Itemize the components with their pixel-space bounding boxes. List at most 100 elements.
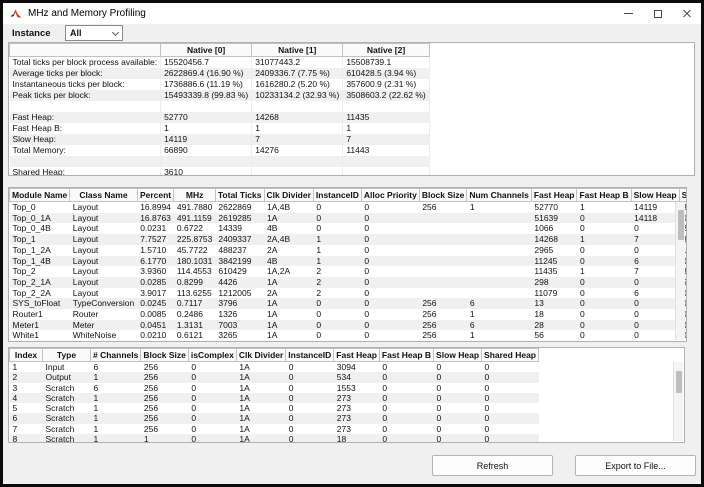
table-cell[interactable]	[10, 156, 161, 167]
table-cell[interactable]: 2619285	[215, 213, 264, 224]
table-cell[interactable]: 1616280.2 (5.20 %)	[252, 79, 343, 90]
table-cell[interactable]: 256	[419, 298, 467, 309]
table-cell[interactable]: 6	[631, 256, 679, 267]
table-cell[interactable]: 1A,2A	[264, 266, 313, 277]
table-cell[interactable]: 0	[482, 403, 539, 413]
table-cell[interactable]: 1	[91, 403, 141, 413]
table-cell[interactable]	[467, 223, 532, 234]
table-cell[interactable]: 357600.9 (2.31 %)	[343, 79, 429, 90]
table-cell[interactable]: 0	[379, 362, 433, 373]
table-cell[interactable]: 1A	[264, 330, 313, 341]
table-cell[interactable]: 0	[188, 403, 236, 413]
table-row[interactable]: White1WhiteNoise0.02100.612132651A002561…	[10, 330, 688, 341]
table-cell[interactable]: 0	[434, 424, 482, 434]
table-cell[interactable]: 114.4553	[174, 266, 215, 277]
table-cell[interactable]	[419, 277, 467, 288]
table-row[interactable]: Average ticks per block:2622869.4 (16.90…	[10, 68, 430, 79]
table-cell[interactable]: 11245	[531, 256, 577, 267]
table-cell[interactable]	[419, 256, 467, 267]
scrollbar-thumb[interactable]	[676, 371, 682, 393]
table-cell[interactable]: 610428.5 (3.94 %)	[343, 68, 429, 79]
table-cell[interactable]: 225.8753	[174, 234, 215, 245]
table-cell[interactable]: 113.6255	[174, 288, 215, 299]
table-cell[interactable]: 15493339.8 (99.83 %)	[161, 90, 252, 101]
table-cell[interactable]: 7	[343, 134, 429, 145]
table-row[interactable]: 7Scratch125601A0273000	[10, 424, 539, 434]
table-cell[interactable]: 0	[482, 362, 539, 373]
table-row[interactable]: 8Scratch1101A018000	[10, 434, 539, 443]
table-row[interactable]: Top_0_1ALayout16.8763491.115926192851A00…	[10, 213, 688, 224]
table-cell[interactable]: 0.0285	[137, 277, 174, 288]
table-cell[interactable]: 1	[467, 309, 532, 320]
table-cell[interactable]: Scratch	[43, 383, 91, 393]
table-cell[interactable]: Fast Heap:	[10, 112, 161, 123]
table-cell[interactable]: 11079	[531, 288, 577, 299]
table-cell[interactable]: Instantaneous ticks per block:	[10, 79, 161, 90]
table-cell[interactable]: 0	[577, 320, 631, 331]
table-cell[interactable]: 0	[379, 413, 433, 423]
table-cell[interactable]: 1	[91, 413, 141, 423]
table-cell[interactable]: 1326	[215, 309, 264, 320]
table-row[interactable]: Slow Heap:1411977	[10, 134, 430, 145]
table-cell[interactable]: 0	[313, 320, 361, 331]
table-cell[interactable]	[10, 101, 161, 112]
table-cell[interactable]: 0	[361, 309, 419, 320]
table-cell[interactable]: 7003	[215, 320, 264, 331]
table-cell[interactable]: 0	[188, 434, 236, 443]
module-table-scrollbar[interactable]	[675, 202, 685, 340]
table-cell[interactable]: 256	[419, 330, 467, 341]
table-cell[interactable]	[343, 167, 429, 176]
table-cell[interactable]: 0	[188, 424, 236, 434]
table-cell[interactable]: SYS_toFloat	[10, 298, 70, 309]
table-cell[interactable]: 0	[434, 434, 482, 443]
table-cell[interactable]	[467, 266, 532, 277]
table-cell[interactable]: 1A,4B	[264, 202, 313, 213]
table-cell[interactable]: 18	[531, 309, 577, 320]
table-cell[interactable]: 10233134.2 (32.93 %)	[252, 90, 343, 101]
table-cell[interactable]: 1	[10, 362, 43, 373]
table-cell[interactable]: 1	[313, 256, 361, 267]
table-cell[interactable]: 3842199	[215, 256, 264, 267]
table-row[interactable]: Fast Heap:527701426811435	[10, 112, 430, 123]
table-cell[interactable]: Layout	[70, 245, 137, 256]
table-cell[interactable]: Top_2	[10, 266, 70, 277]
table-cell[interactable]: 0	[482, 424, 539, 434]
table-cell[interactable]: 0	[361, 202, 419, 213]
table-cell[interactable]: 273	[334, 403, 380, 413]
table-cell[interactable]: 491.7880	[174, 202, 215, 213]
table-cell[interactable]: 14119	[161, 134, 252, 145]
table-cell[interactable]	[252, 101, 343, 112]
table-cell[interactable]: 1A	[236, 413, 285, 423]
table-cell[interactable]: Top_2_1A	[10, 277, 70, 288]
table-cell[interactable]: 256	[419, 309, 467, 320]
table-cell[interactable]	[419, 213, 467, 224]
table-cell[interactable]: 7.7527	[137, 234, 174, 245]
table-cell[interactable]: 0	[631, 277, 679, 288]
table-cell[interactable]: 1	[467, 202, 532, 213]
table-row[interactable]: Top_1_2ALayout1.571045.77224882372A10296…	[10, 245, 688, 256]
table-row[interactable]: Fast Heap B:111	[10, 123, 430, 134]
table-cell[interactable]: 0	[577, 213, 631, 224]
table-cell[interactable]: 2965	[531, 245, 577, 256]
table-cell[interactable]: Top_2_2A	[10, 288, 70, 299]
table-cell[interactable]: 0	[313, 213, 361, 224]
table-row[interactable]: Peak ticks per block:15493339.8 (99.83 %…	[10, 90, 430, 101]
table-cell[interactable]: Layout	[70, 213, 137, 224]
table-cell[interactable]	[161, 156, 252, 167]
table-cell[interactable]: 4	[10, 393, 43, 403]
table-cell[interactable]: 0.6722	[174, 223, 215, 234]
table-cell[interactable]: 534	[334, 372, 380, 382]
table-cell[interactable]: 13	[531, 298, 577, 309]
table-cell[interactable]: 16.8763	[137, 213, 174, 224]
table-cell[interactable]: 51639	[531, 213, 577, 224]
table-cell[interactable]: 0	[577, 223, 631, 234]
table-cell[interactable]: 1736886.6 (11.19 %)	[161, 79, 252, 90]
table-cell[interactable]: 0	[434, 393, 482, 403]
table-cell[interactable]: 0.0231	[137, 223, 174, 234]
table-cell[interactable]: Top_0_4B	[10, 223, 70, 234]
table-cell[interactable]: 0.0451	[137, 320, 174, 331]
table-cell[interactable]: 0	[188, 413, 236, 423]
table-cell[interactable]: 0	[361, 266, 419, 277]
table-cell[interactable]: 7	[10, 424, 43, 434]
table-cell[interactable]: 0	[286, 393, 334, 403]
